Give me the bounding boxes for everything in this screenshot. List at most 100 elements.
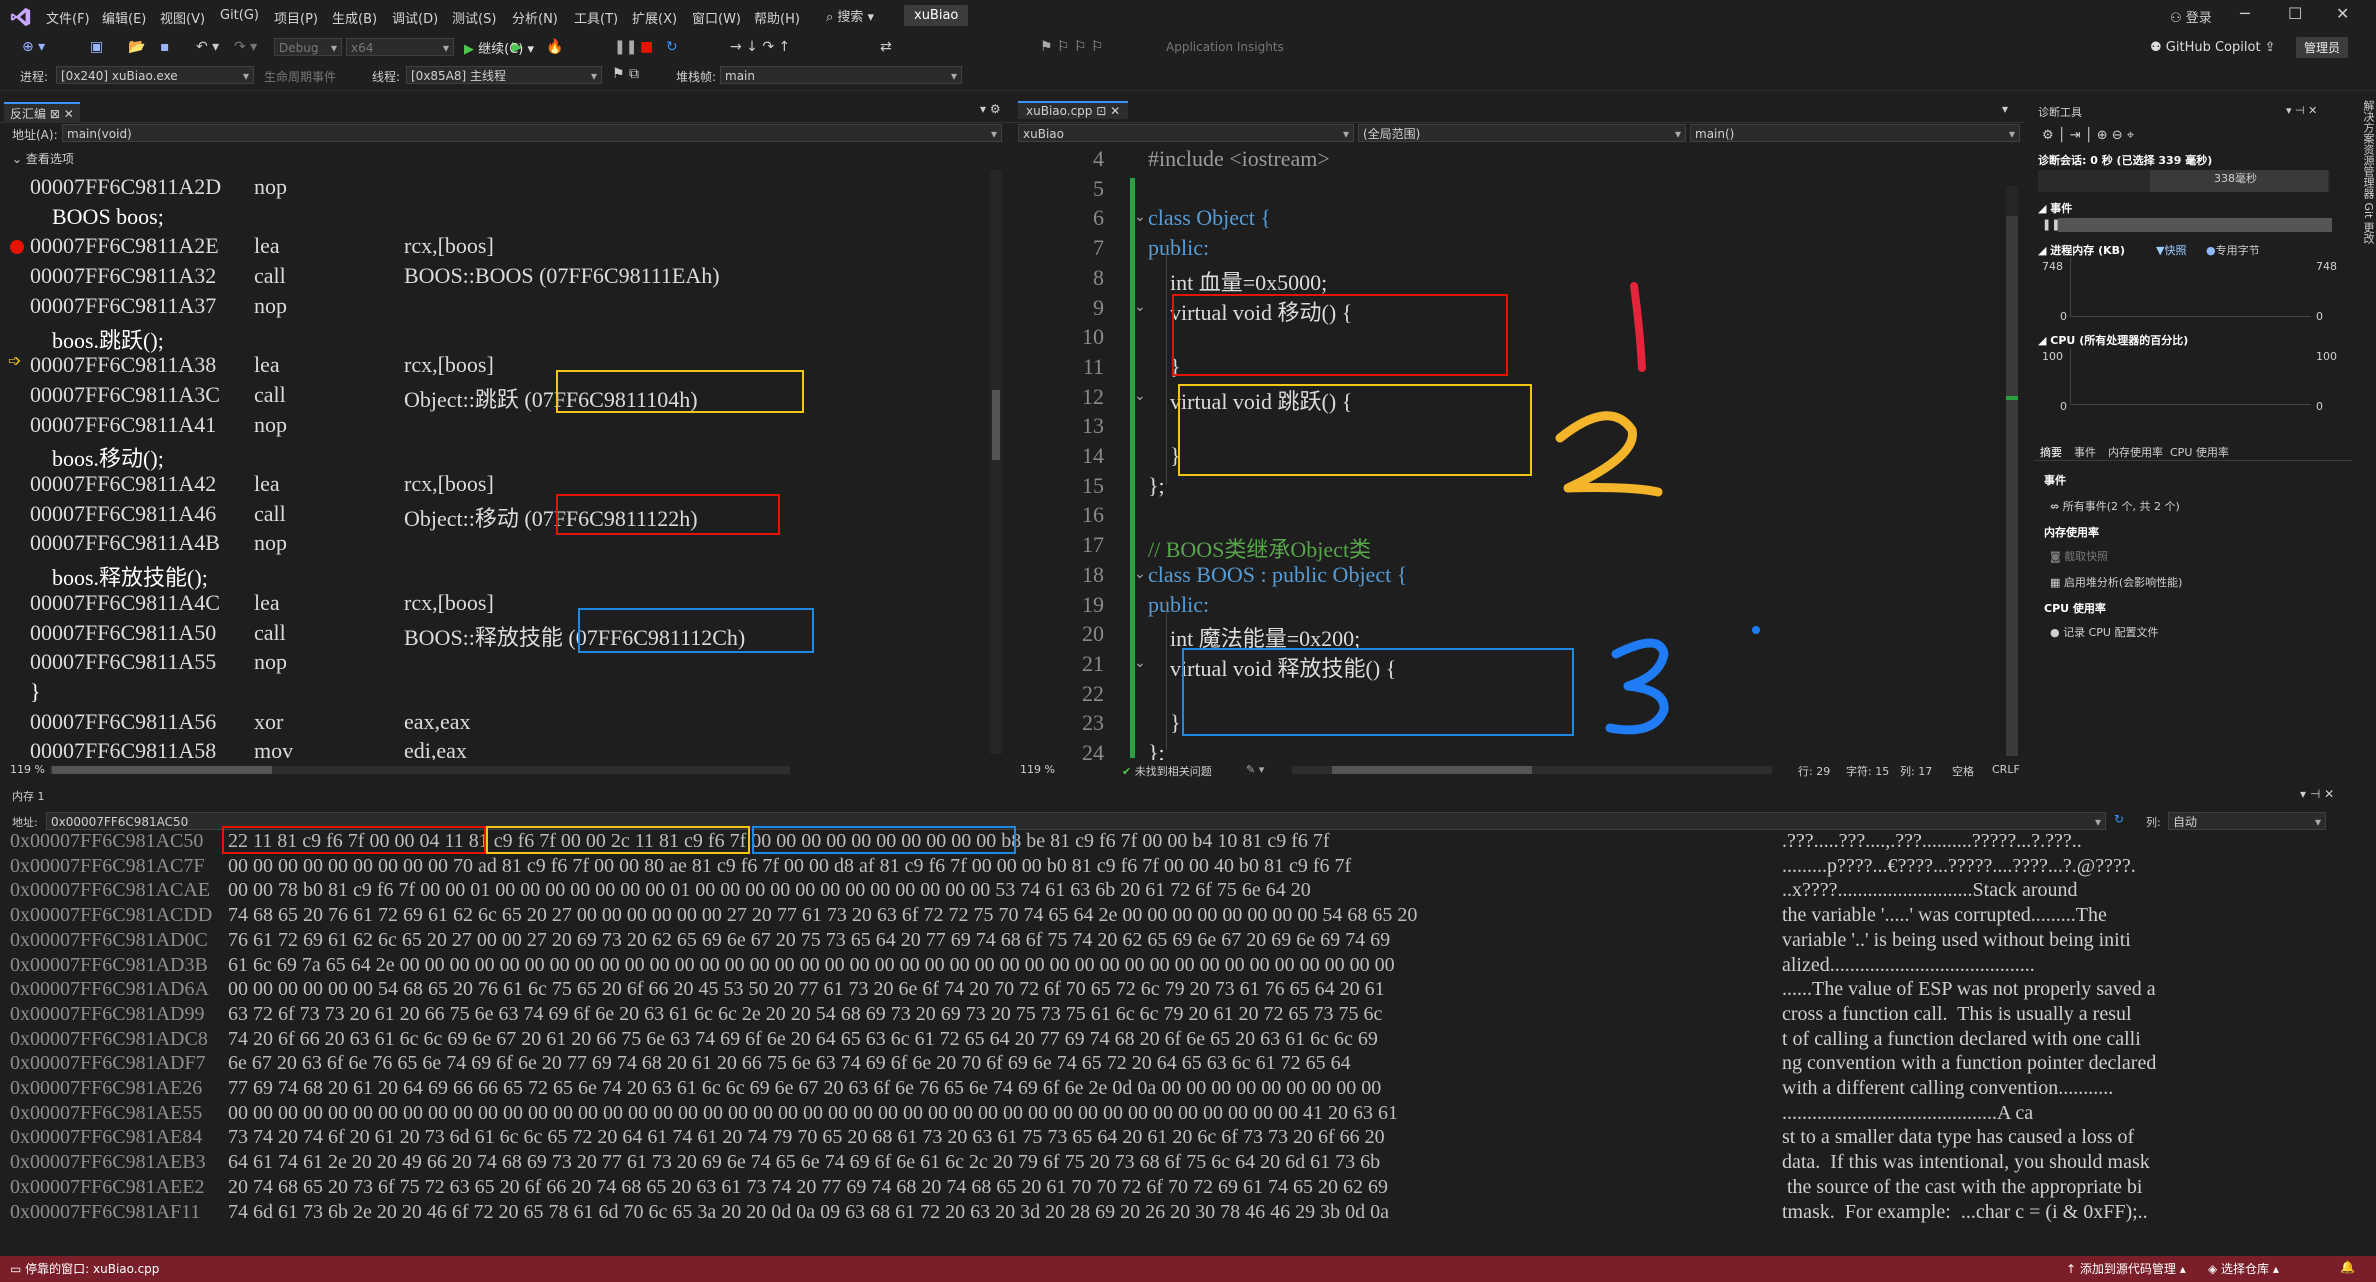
close-icon[interactable]: ✕ (2336, 4, 2349, 23)
fold-toggle-icon[interactable]: ⌄ (1134, 655, 1146, 671)
disassembly-scrollbar[interactable] (990, 170, 1002, 754)
heap-profiling-button[interactable]: ▦ 启用堆分析(会影响性能) (2050, 574, 2182, 590)
code-line[interactable]: public: (1148, 592, 1209, 618)
code-line[interactable]: } (1148, 710, 1181, 736)
pause-icon[interactable]: ❚❚ (614, 39, 637, 55)
memory-row-hex[interactable]: 74 20 6f 66 20 63 61 6c 6c 69 6e 67 20 6… (228, 1028, 1758, 1051)
editor-scrollbar[interactable] (2006, 186, 2018, 756)
notifications-icon[interactable]: 🔔 (2340, 1260, 2355, 1274)
cleanup-icon[interactable]: ✎ ▾ (1246, 763, 1264, 776)
memory-row-hex[interactable]: 63 72 6f 73 73 20 61 20 66 75 6e 63 74 6… (228, 1003, 1758, 1026)
memory-row-ascii[interactable]: .???.....???....,.???..........?????...?… (1782, 830, 2302, 853)
diag-timeline[interactable]: 338毫秒 (2038, 170, 2330, 192)
config-dropdown[interactable]: Debug (274, 38, 342, 57)
memory-row-ascii[interactable]: cross a function call. This is usually a… (1782, 1003, 2302, 1026)
select-repository[interactable]: ◈ 选择仓库 ▴ (2208, 1260, 2279, 1277)
memory-row-hex[interactable]: 00 00 00 00 00 00 00 00 00 70 ad 81 c9 f… (228, 855, 1758, 878)
code-line[interactable]: // BOOS类继承Object类 (1148, 532, 1371, 564)
open-file-icon[interactable]: 📂 (128, 39, 145, 55)
platform-dropdown[interactable]: x64 (346, 38, 454, 57)
memory-row-ascii[interactable]: ......The value of ESP was not properly … (1782, 978, 2302, 1001)
maximize-icon[interactable]: ☐ (2288, 4, 2302, 23)
issues-indicator[interactable]: ✔ 未找到相关问题 (1122, 763, 1212, 779)
refresh-icon[interactable]: ↻ (2114, 812, 2124, 826)
side-tool-tabs[interactable]: 解决方案资源管理器 Git 更改 (2360, 100, 2376, 260)
view-options-toggle[interactable]: ⌄ 查看选项 (12, 150, 74, 167)
memory-row-hex[interactable]: 20 74 68 65 20 73 6f 75 72 63 65 20 6f 6… (228, 1176, 1758, 1199)
minimize-icon[interactable]: ─ (2240, 4, 2250, 23)
memory-row-ascii[interactable]: st to a smaller data type has caused a l… (1782, 1126, 2302, 1149)
code-line[interactable]: class Object { (1148, 205, 1271, 231)
code-line[interactable]: int 血量=0x5000; (1148, 265, 1327, 297)
code-line[interactable]: } (1148, 443, 1181, 469)
memory-panel-controls-icon[interactable]: ▾ ⊣ ✕ (2300, 787, 2334, 801)
project-dropdown[interactable]: xuBiao (1018, 124, 1354, 143)
editor-tab-dropdown-icon[interactable]: ▾ (2002, 102, 2008, 116)
fold-toggle-icon[interactable]: ⌄ (1134, 299, 1146, 315)
char-indicator[interactable]: 字符: 15 (1846, 763, 1889, 779)
memory-row-ascii[interactable]: the variable '.....' was corrupted......… (1782, 904, 2302, 927)
memory-row-ascii[interactable]: variable '..' is being used without bein… (1782, 929, 2302, 952)
thread-dropdown[interactable]: [0x85A8] 主线程 (406, 66, 602, 85)
code-line[interactable]: class BOOS : public Object { (1148, 562, 1407, 588)
panel-options-icon[interactable]: ▾ ⚙ (980, 102, 1001, 116)
memory-row-ascii[interactable]: ng convention with a function pointer de… (1782, 1052, 2302, 1075)
tab-cpu-usage[interactable]: CPU 使用率 (2170, 444, 2229, 460)
lifecycle-events-button[interactable]: 生命周期事件 (264, 68, 336, 85)
memory-row-hex[interactable]: 77 69 74 68 20 61 20 64 69 66 66 65 72 6… (228, 1077, 1758, 1100)
memory-row-ascii[interactable]: .........p????...€????...?????....????..… (1782, 855, 2302, 878)
function-dropdown[interactable]: main() (1690, 124, 2020, 143)
redo-icon[interactable]: ↷ ▾ (234, 39, 257, 55)
menu-window[interactable]: 窗口(W) (692, 8, 741, 27)
bookmark-icon[interactable]: ⚑ ⚐ ⚐ ⚐ (1040, 39, 1104, 55)
tab-events[interactable]: 事件 (2074, 444, 2096, 460)
pause-events-icon[interactable]: ❚❚ (2042, 218, 2060, 231)
fold-toggle-icon[interactable]: ⌄ (1134, 566, 1146, 582)
process-dropdown[interactable]: [0x240] xuBiao.exe (56, 66, 254, 85)
memory-row-ascii[interactable]: tmask. For example: ...char c = (i & 0xF… (1782, 1201, 2302, 1224)
memory-row-ascii[interactable]: ........................................… (1782, 1102, 2302, 1125)
memory-row-hex[interactable]: 73 74 20 74 6f 20 61 20 73 6d 61 6c 6c 6… (228, 1126, 1758, 1149)
menu-build[interactable]: 生成(B) (332, 8, 377, 27)
restart-icon[interactable]: ↻ (666, 39, 678, 55)
undo-icon[interactable]: ↶ ▾ (196, 39, 219, 55)
whitespace-indicator[interactable]: 空格 (1952, 763, 1974, 779)
search-button[interactable]: ⌕ 搜索 ▾ (826, 6, 874, 25)
memory-row-ascii[interactable]: alized..................................… (1782, 954, 2302, 977)
new-project-icon[interactable]: ▣ (90, 39, 103, 55)
continue-button[interactable]: ▶ 继续(C) ▾ (464, 38, 534, 57)
show-thread-icon[interactable]: ⇄ (880, 39, 892, 55)
column-indicator[interactable]: 列: 17 (1900, 763, 1932, 779)
menu-edit[interactable]: 编辑(E) (102, 8, 146, 27)
memory-row-hex[interactable]: 74 68 65 20 76 61 72 69 61 62 6c 65 20 2… (228, 904, 1758, 927)
tab-xubiao-cpp[interactable]: xuBiao.cpp ⊡ ✕ (1018, 101, 1129, 119)
add-to-source-control[interactable]: ↑ 添加到源代码管理 ▴ (2066, 1260, 2186, 1277)
memory-tab[interactable]: 内存 1 (12, 788, 45, 804)
menu-help[interactable]: 帮助(H) (754, 8, 800, 27)
menu-project[interactable]: 项目(P) (274, 8, 318, 27)
memory-row-ascii[interactable]: the source of the cast with the appropri… (1782, 1176, 2302, 1199)
step-over-icon[interactable]: → ↓ ↷ ↑ (730, 39, 790, 55)
all-events-link[interactable]: ⇎ 所有事件(2 个, 共 2 个) (2050, 498, 2180, 514)
fold-toggle-icon[interactable]: ⌄ (1134, 209, 1146, 225)
menu-analyze[interactable]: 分析(N) (512, 8, 558, 27)
menu-git[interactable]: Git(G) (220, 8, 259, 23)
editor-zoom[interactable]: 119 % (1020, 763, 1055, 776)
fold-toggle-icon[interactable]: ⌄ (1134, 388, 1146, 404)
line-indicator[interactable]: 行: 29 (1798, 763, 1830, 779)
stop-icon[interactable]: ■ (640, 39, 653, 55)
menu-view[interactable]: 视图(V) (160, 8, 205, 27)
app-insights-button[interactable]: Application Insights (1166, 40, 1284, 54)
memory-row-hex[interactable]: 74 6d 61 73 6b 2e 20 20 46 6f 72 20 65 7… (228, 1201, 1758, 1224)
memory-row-hex[interactable]: 00 00 78 b0 81 c9 f6 7f 00 00 01 00 00 0… (228, 879, 1758, 902)
save-icon[interactable]: ▪ (160, 39, 170, 55)
login-button[interactable]: ⚇ 登录 (2170, 7, 2212, 26)
breakpoint-icon[interactable] (10, 240, 24, 254)
memory-row-hex[interactable]: 61 6c 69 7a 65 64 2e 00 00 00 00 00 00 0… (228, 954, 1758, 977)
memory-row-hex[interactable]: 00 00 00 00 00 00 00 00 00 00 00 00 00 0… (228, 1102, 1758, 1125)
memory-row-hex[interactable]: 6e 67 20 63 6f 6e 76 65 6e 74 69 6f 6e 2… (228, 1052, 1758, 1075)
diag-panel-controls-icon[interactable]: ▾ ⊣ ✕ (2286, 104, 2317, 117)
memory-row-ascii[interactable]: with a different calling convention.....… (1782, 1077, 2302, 1100)
stackframe-dropdown[interactable]: main (720, 66, 962, 85)
tab-summary[interactable]: 摘要 (2040, 444, 2062, 460)
